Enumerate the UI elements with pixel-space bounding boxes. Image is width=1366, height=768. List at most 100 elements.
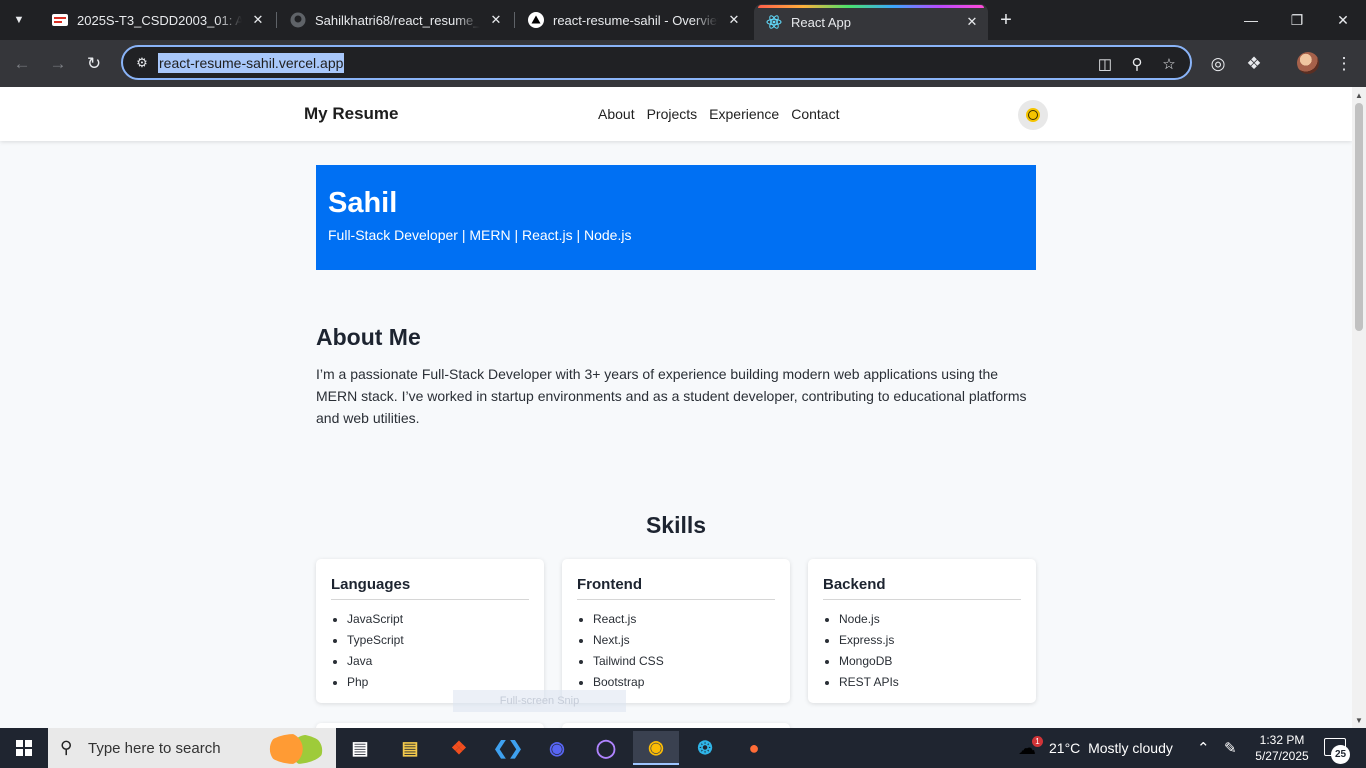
page-scrollbar[interactable]: ▲ ▼ [1352, 87, 1366, 728]
search-placeholder: Type here to search [88, 740, 221, 757]
tab-group-indicator [758, 5, 984, 8]
hero-tagline: Full-Stack Developer | MERN | React.js |… [328, 227, 632, 243]
browser-tab-react-app[interactable]: React App ✕ [754, 4, 988, 40]
zoom-icon[interactable]: ⚲ [1125, 52, 1149, 76]
skill-card-frontend: Frontend React.js Next.js Tailwind CSS B… [562, 559, 790, 703]
bookmark-star-icon[interactable]: ☆ [1157, 52, 1181, 76]
skill-card-backend: Backend Node.js Express.js MongoDB REST … [808, 559, 1036, 703]
pen-icon[interactable]: ✎ [1224, 739, 1237, 757]
minimize-icon: — [1244, 12, 1258, 28]
nav-link-contact[interactable]: Contact [791, 106, 839, 122]
address-bar[interactable]: ⚙ react-resume-sahil.vercel.app ◫ ⚲ ☆ [121, 45, 1192, 80]
site-brand[interactable]: My Resume [304, 104, 398, 124]
url-text[interactable]: react-resume-sahil.vercel.app [158, 53, 345, 73]
github-desktop-icon[interactable]: ◯ [591, 734, 621, 762]
skill-list: Node.js Express.js MongoDB REST APIs [839, 609, 899, 693]
browser-tab-vercel[interactable]: react-resume-sahil - Overview – ✕ [516, 6, 750, 34]
skill-item: Node.js [839, 609, 899, 630]
skill-item: Express.js [839, 630, 899, 651]
scroll-down-icon[interactable]: ▼ [1354, 715, 1364, 725]
edge-icon[interactable]: ❂ [690, 734, 720, 762]
tab-search-button[interactable]: ▼ [6, 7, 32, 33]
close-icon[interactable]: ✕ [724, 10, 744, 30]
windows-taskbar: ⚲ Type here to search ▤ ▤ ❖ ❮❯ ◉ ◯ ◉ ❂ ●… [0, 728, 1366, 768]
plus-icon: + [1000, 8, 1012, 31]
skill-card-title: Languages [331, 576, 529, 600]
skill-item: MongoDB [839, 651, 899, 672]
close-icon: ✕ [1337, 11, 1349, 28]
skill-item: React.js [593, 609, 664, 630]
tab-title: 2025S-T3_CSDD2003_01: Activi [77, 12, 242, 28]
lms-icon [52, 12, 68, 28]
reload-button[interactable]: ↻ [80, 50, 108, 78]
chevron-down-icon: ▼ [13, 14, 25, 26]
extension-button[interactable]: ◎ [1204, 50, 1232, 78]
skill-card-languages: Languages JavaScript TypeScript Java Php [316, 559, 544, 703]
scroll-up-icon[interactable]: ▲ [1354, 90, 1364, 100]
skill-item: Next.js [593, 630, 664, 651]
github-icon [290, 12, 306, 28]
vscode-icon[interactable]: ❮❯ [493, 734, 523, 762]
close-icon[interactable]: ✕ [486, 10, 506, 30]
skill-card-title: Backend [823, 576, 1021, 600]
weather-badge: 1 [1032, 736, 1043, 747]
more-vertical-icon: ⋮ [1335, 54, 1353, 73]
skill-item: JavaScript [347, 609, 404, 630]
discord-icon[interactable]: ◉ [542, 734, 572, 762]
site-info-icon[interactable]: ⚙ [131, 53, 153, 73]
nav-link-about[interactable]: About [598, 106, 635, 122]
extensions-button[interactable]: ❖ [1240, 50, 1268, 78]
skill-item: Tailwind CSS [593, 651, 664, 672]
restore-button[interactable]: ❐ [1274, 0, 1320, 40]
scroll-thumb[interactable] [1355, 103, 1363, 331]
close-icon[interactable]: ✕ [248, 10, 268, 30]
windows-logo-icon [16, 740, 32, 756]
close-window-button[interactable]: ✕ [1320, 0, 1366, 40]
nav-link-experience[interactable]: Experience [709, 106, 779, 122]
tab-divider [514, 12, 515, 28]
forward-button[interactable]: → [44, 50, 72, 78]
nav-link-projects[interactable]: Projects [647, 106, 698, 122]
search-highlight-image [266, 734, 324, 764]
browser-menu-button[interactable]: ⋮ [1330, 50, 1358, 78]
figma-icon[interactable]: ❖ [444, 734, 474, 762]
new-tab-button[interactable]: + [993, 7, 1019, 33]
snip-overlay-label: Full-screen Snip [453, 690, 626, 712]
skill-item: Php [347, 672, 404, 693]
skill-item: Java [347, 651, 404, 672]
sun-icon [1028, 110, 1038, 120]
start-button[interactable] [0, 728, 48, 768]
skills-heading: Skills [645, 512, 707, 538]
close-icon[interactable]: ✕ [962, 12, 982, 32]
reload-icon: ↻ [86, 54, 102, 73]
skill-list: React.js Next.js Tailwind CSS Bootstrap [593, 609, 664, 693]
back-button[interactable]: ← [8, 50, 36, 78]
tab-title: React App [791, 14, 851, 30]
minimize-button[interactable]: — [1228, 0, 1274, 40]
browser-tab-lms[interactable]: 2025S-T3_CSDD2003_01: Activi ✕ [40, 6, 274, 34]
postman-icon[interactable]: ● [739, 734, 769, 762]
restore-icon: ❐ [1290, 11, 1304, 28]
chrome-icon[interactable]: ◉ [633, 731, 679, 765]
tab-divider [276, 12, 277, 28]
browser-tab-github[interactable]: Sahilkhatri68/react_resume_sah ✕ [278, 6, 512, 34]
weather-temp: 21°C [1049, 740, 1081, 756]
skill-item: TypeScript [347, 630, 404, 651]
site-navbar: My Resume About Projects Experience Cont… [0, 87, 1352, 141]
hero-name: Sahil [328, 187, 398, 219]
weather-text[interactable]: 21°C Mostly cloudy [1049, 740, 1173, 756]
profile-avatar[interactable] [1297, 52, 1319, 74]
chevron-up-icon[interactable]: ⌃ [1197, 739, 1210, 757]
about-text: I’m a passionate Full-Stack Developer wi… [316, 366, 1027, 426]
about-heading: About Me [316, 324, 421, 350]
theme-toggle-button[interactable] [1018, 100, 1048, 130]
weather-desc: Mostly cloudy [1088, 740, 1173, 756]
react-icon [766, 14, 782, 30]
tab-strip: ▼ 2025S-T3_CSDD2003_01: Activi ✕ Sahilkh… [0, 0, 1366, 40]
task-view-icon[interactable]: ▤ [345, 734, 375, 762]
file-explorer-icon[interactable]: ▤ [395, 734, 425, 762]
install-app-icon[interactable]: ◫ [1093, 52, 1117, 76]
system-clock[interactable]: 1:32 PM 5/27/2025 [1249, 732, 1315, 764]
record-icon: ◎ [1210, 54, 1226, 73]
arrow-left-icon: ← [13, 54, 31, 73]
